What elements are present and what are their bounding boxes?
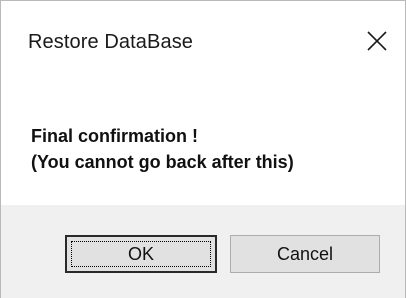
message-line-2: (You cannot go back after this) [31, 152, 294, 172]
close-button[interactable] [357, 21, 397, 61]
dialog-title: Restore DataBase [28, 31, 194, 53]
cancel-button[interactable]: Cancel [230, 235, 380, 273]
ok-button[interactable]: OK [65, 235, 217, 273]
confirmation-message: Final confirmation ! (You cannot go back… [31, 123, 294, 175]
title-bar: Restore DataBase [1, 1, 405, 91]
ok-button-label: OK [127, 243, 154, 264]
cancel-button-label: Cancel [276, 243, 334, 264]
restore-database-dialog: Restore DataBase Final confirmation ! (Y… [0, 0, 406, 298]
button-bar: OK Cancel [1, 205, 405, 298]
message-area: Final confirmation ! (You cannot go back… [1, 91, 405, 205]
close-icon [367, 31, 387, 51]
message-line-1: Final confirmation ! [31, 126, 199, 146]
